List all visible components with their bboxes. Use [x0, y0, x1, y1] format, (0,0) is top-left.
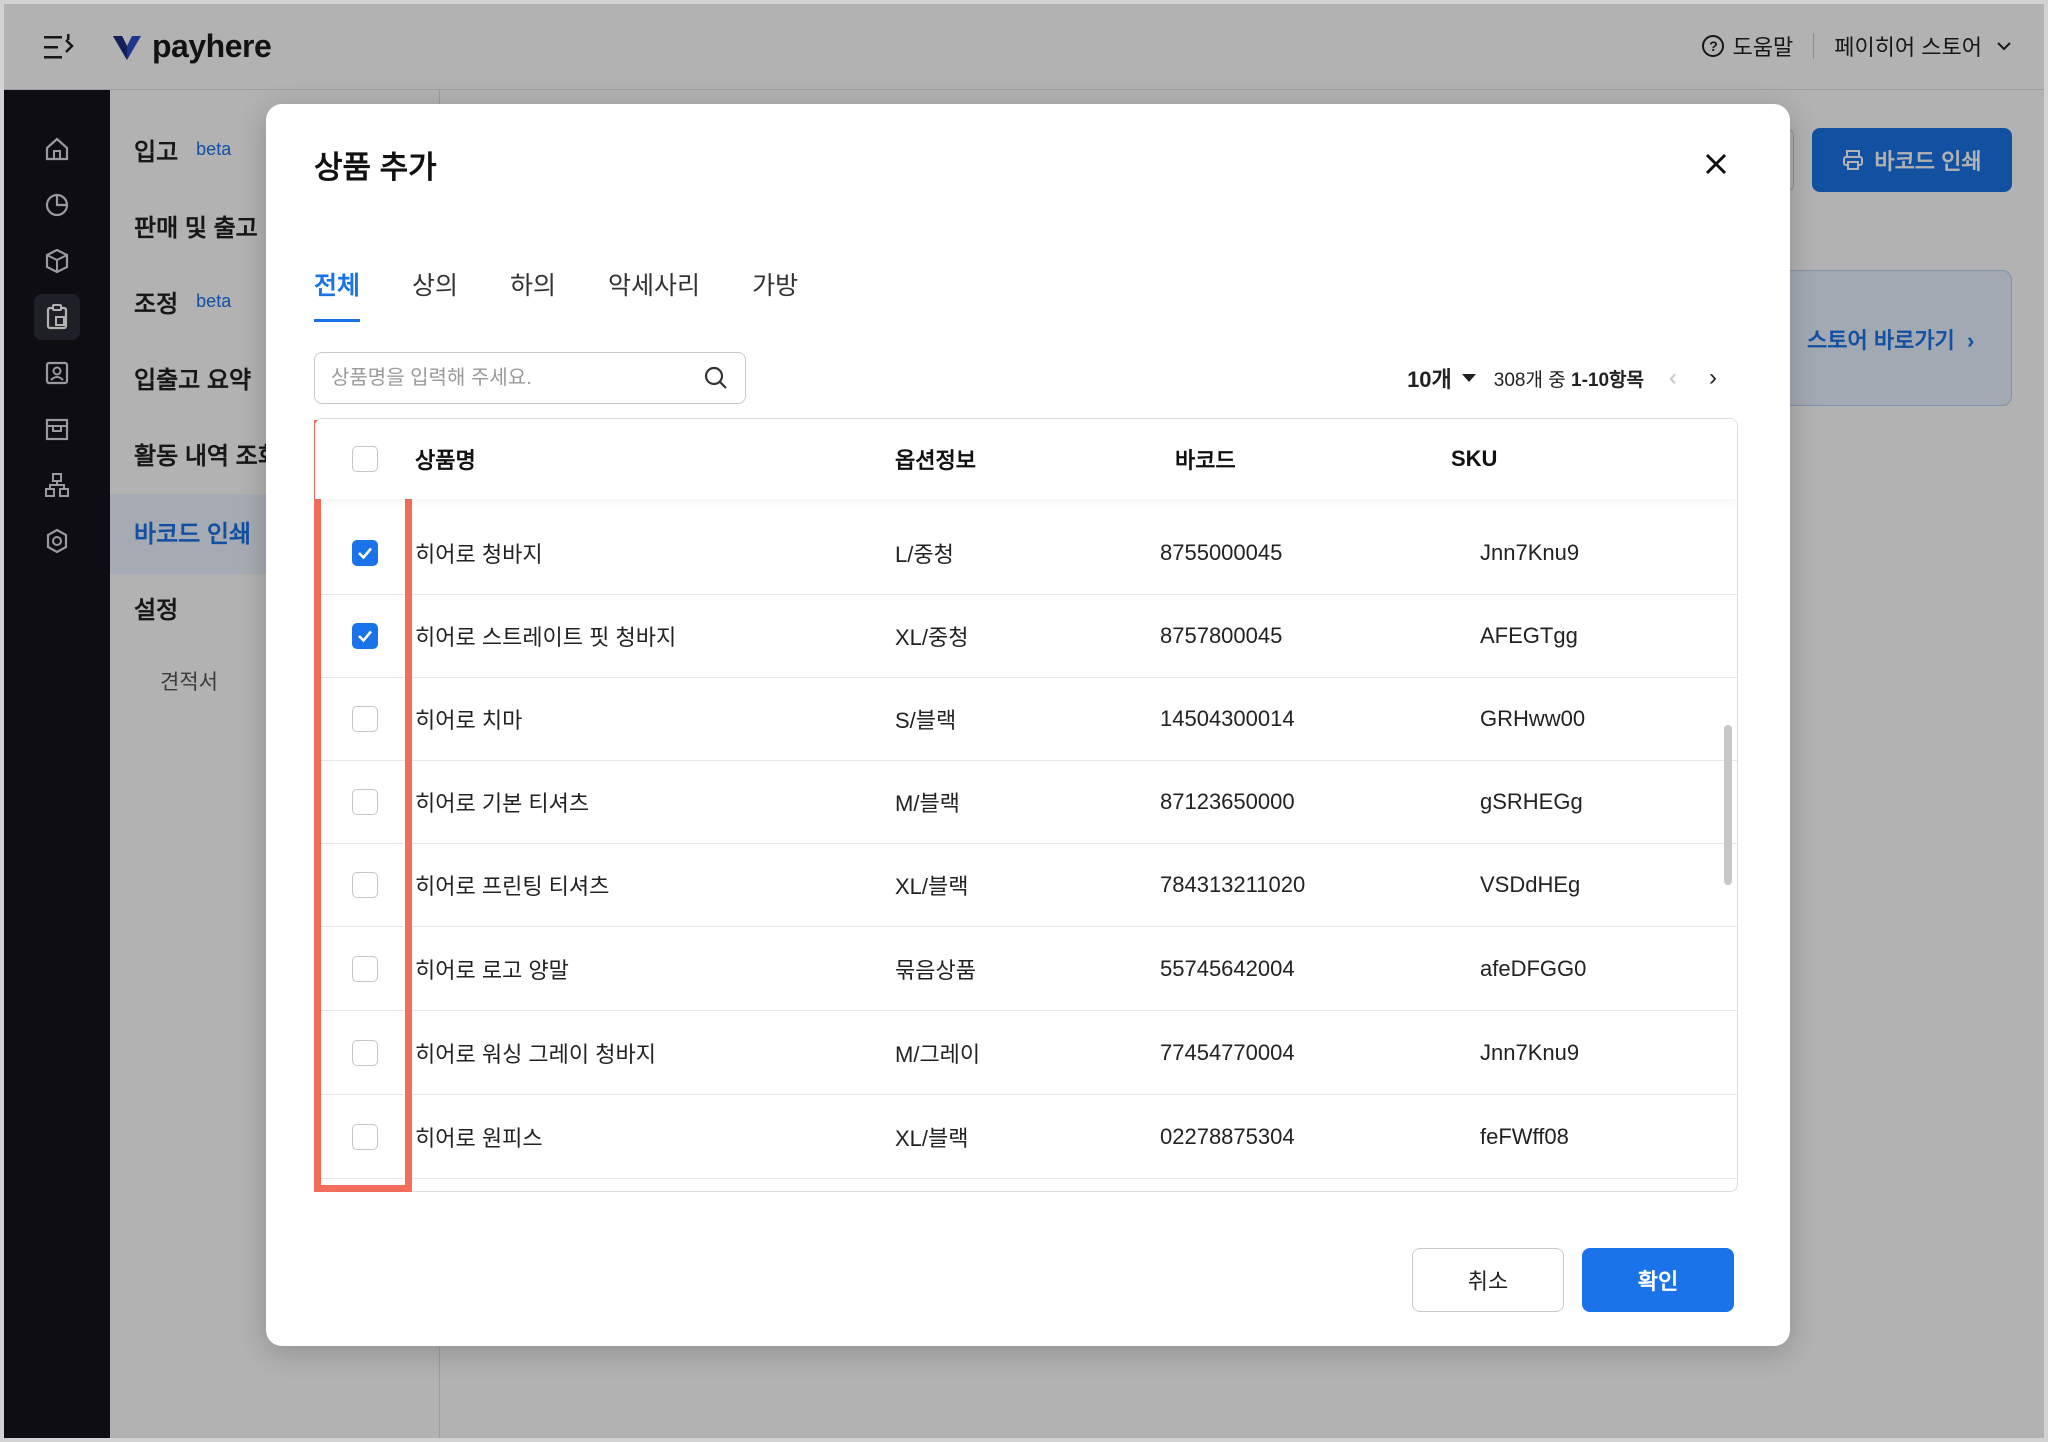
product-name-cell: 히어로 프린팅 티셔츠 [415, 874, 610, 899]
table-row[interactable]: 히어로 프린팅 티셔츠 XL/블랙 784313211020 VSDdHEg [315, 843, 1737, 927]
count-range: 1-10항목 [1571, 369, 1644, 391]
add-product-modal: 상품 추가 전체 상의 하의 악세사리 가방 10개 308개 중 1-10항목… [266, 104, 1790, 1346]
table-header: 상품명 옵션정보 바코드 SKU [315, 419, 1737, 499]
table-row[interactable]: 히어로 원피스 XL/블랙 02278875304 feFWff08 [315, 1095, 1737, 1179]
barcode-cell: 87123650000 [1160, 789, 1295, 814]
column-header-sku: SKU [1451, 446, 1498, 471]
table-row[interactable]: 히어로 워싱 그레이 청바지 M/그레이 77454770004 Jnn7Knu9 [315, 1011, 1737, 1095]
result-count: 308개 중 1-10항목 [1494, 365, 1644, 392]
sku-cell: Jnn7Knu9 [1480, 1040, 1580, 1065]
product-name-cell: 히어로 기본 티셔츠 [415, 791, 590, 816]
caret-down-icon [1461, 374, 1476, 382]
tab-bottoms[interactable]: 하의 [510, 266, 556, 316]
product-name-cell: 히어로 치마 [415, 708, 523, 733]
table-row[interactable]: 히어로 로고 양말 묶음상품 55745642004 afeDFGG0 [315, 927, 1737, 1011]
product-name-cell: 히어로 청바지 [415, 542, 543, 567]
prev-page-icon[interactable]: ‹ [1662, 364, 1684, 392]
option-cell: XL/블랙 [895, 874, 969, 899]
barcode-cell: 784313211020 [1160, 872, 1306, 897]
sku-cell: AFEGTgg [1480, 623, 1578, 648]
count-prefix: 308개 중 [1493, 369, 1571, 391]
barcode-cell: 02278875304 [1160, 1124, 1295, 1149]
select-all-checkbox[interactable] [352, 446, 378, 472]
column-header-option: 옵션정보 [895, 448, 976, 473]
category-tabs: 전체 상의 하의 악세사리 가방 [314, 266, 798, 322]
table-row[interactable]: 히어로 치마 S/블랙 14504300014 GRHww00 [315, 677, 1737, 761]
per-page-select[interactable]: 10개 [1407, 362, 1476, 394]
barcode-cell: 8755000045 [1160, 540, 1283, 565]
scrollbar[interactable] [1724, 725, 1732, 885]
barcode-cell: 8757800045 [1160, 623, 1283, 648]
tab-bags[interactable]: 가방 [752, 266, 798, 316]
product-name-cell: 히어로 로고 양말 [415, 958, 569, 983]
sku-cell: gSRHEGg [1480, 789, 1583, 814]
checkbox-column-highlight [314, 420, 412, 1192]
table-row[interactable]: 히어로 기본 티셔츠 M/블랙 87123650000 gSRHEGg [315, 760, 1737, 844]
product-name-cell: 히어로 워싱 그레이 청바지 [415, 1042, 656, 1067]
barcode-cell: 77454770004 [1160, 1040, 1295, 1065]
barcode-cell: 55745642004 [1160, 956, 1295, 981]
sku-cell: Jnn7Knu9 [1480, 540, 1580, 565]
product-name-cell: 히어로 스트레이트 핏 청바지 [415, 625, 677, 650]
app-window: payhere ? 도움말 페이히어 스토어 입고 beta 판매 및 출고 조… [0, 0, 2048, 1442]
search-input[interactable] [331, 366, 703, 390]
column-header-barcode: 바코드 [1175, 448, 1236, 473]
sku-cell: GRHww00 [1480, 706, 1586, 731]
tab-tops[interactable]: 상의 [412, 266, 458, 316]
tab-accessories[interactable]: 악세사리 [608, 266, 700, 316]
product-name-cell: 히어로 원피스 [415, 1126, 543, 1151]
next-page-icon[interactable]: › [1702, 364, 1724, 392]
table-row[interactable]: 히어로 스트레이트 핏 청바지 XL/중청 8757800045 AFEGTgg [315, 594, 1737, 678]
option-cell: 묶음상품 [895, 958, 976, 983]
per-page-value: 10개 [1407, 367, 1452, 392]
product-table: 상품명 옵션정보 바코드 SKU 히어로 청바지 L/중청 8755000045 Jn… [314, 418, 1738, 1192]
pagination: 10개 308개 중 1-10항목 ‹ › [1407, 362, 1724, 394]
option-cell: S/블랙 [895, 708, 957, 733]
sku-cell: VSDdHEg [1480, 872, 1581, 897]
barcode-cell: 14504300014 [1160, 706, 1295, 731]
option-cell: XL/블랙 [895, 1126, 969, 1151]
cancel-button[interactable]: 취소 [1412, 1248, 1564, 1312]
table-row[interactable]: 히어로 청바지 L/중청 8755000045 Jnn7Knu9 [315, 511, 1737, 595]
sku-cell: feFWff08 [1480, 1124, 1569, 1149]
option-cell: XL/중청 [895, 625, 969, 650]
option-cell: M/그레이 [895, 1042, 981, 1067]
tab-all[interactable]: 전체 [314, 266, 361, 322]
confirm-button[interactable]: 확인 [1582, 1248, 1734, 1312]
sku-cell: afeDFGG0 [1480, 956, 1587, 981]
close-icon[interactable] [1696, 144, 1736, 184]
option-cell: L/중청 [895, 542, 954, 567]
column-header-name: 상품명 [415, 448, 476, 473]
search-icon[interactable] [703, 365, 729, 391]
option-cell: M/블랙 [895, 791, 960, 816]
modal-title: 상품 추가 [314, 150, 437, 185]
search-box [314, 352, 746, 404]
